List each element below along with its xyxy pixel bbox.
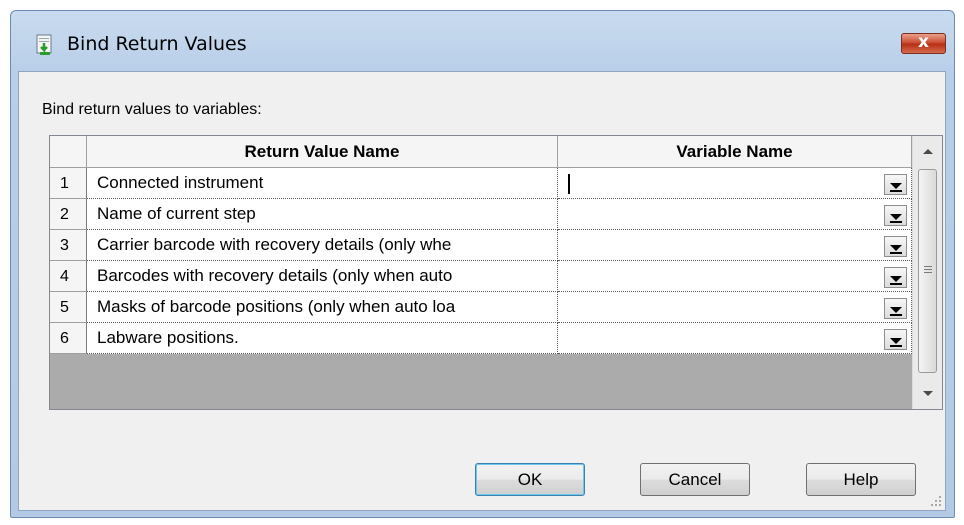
header-variable-name[interactable]: Variable Name [558, 136, 912, 168]
row-number[interactable]: 5 [50, 292, 87, 323]
scroll-up-arrow-icon[interactable] [913, 136, 942, 166]
dropdown-arrow-icon[interactable] [884, 267, 907, 288]
return-value-name-cell[interactable]: Barcodes with recovery details (only whe… [87, 261, 558, 292]
grip-icon [924, 269, 932, 270]
scroll-thumb[interactable] [918, 169, 937, 373]
table-row[interactable]: 3 Carrier barcode with recovery details … [50, 230, 912, 261]
dropdown-arrow-icon[interactable] [884, 236, 907, 257]
dialog-client-area: Bind return values to variables: Return … [18, 71, 946, 511]
row-number[interactable]: 3 [50, 230, 87, 261]
grip-icon [924, 266, 932, 267]
cancel-button[interactable]: Cancel [640, 463, 750, 496]
variable-name-combobox[interactable] [558, 168, 912, 199]
variable-name-combobox[interactable] [558, 261, 912, 292]
vertical-scrollbar[interactable] [912, 136, 942, 409]
row-number[interactable]: 6 [50, 323, 87, 354]
return-value-name-cell[interactable]: Connected instrument [87, 168, 558, 199]
dialog-title: Bind Return Values [67, 33, 247, 55]
row-number[interactable]: 1 [50, 168, 87, 199]
grip-icon [924, 272, 932, 273]
header-return-value-name[interactable]: Return Value Name [87, 136, 558, 168]
dropdown-arrow-icon[interactable] [884, 329, 907, 350]
return-value-name-cell[interactable]: Name of current step [87, 199, 558, 230]
variable-name-combobox[interactable] [558, 230, 912, 261]
table-row[interactable]: 5 Masks of barcode positions (only when … [50, 292, 912, 323]
table-row[interactable]: 6 Labware positions. [50, 323, 912, 354]
table-row[interactable]: 4 Barcodes with recovery details (only w… [50, 261, 912, 292]
table-row[interactable]: 2 Name of current step [50, 199, 912, 230]
grid-body: Return Value Name Variable Name 1 Connec… [50, 136, 912, 409]
row-number[interactable]: 4 [50, 261, 87, 292]
return-value-name-cell[interactable]: Masks of barcode positions (only when au… [87, 292, 558, 323]
dropdown-arrow-icon[interactable] [884, 174, 907, 195]
dialog-window: Bind Return Values x Bind return values … [10, 10, 955, 518]
dropdown-arrow-icon[interactable] [884, 298, 907, 319]
variable-name-combobox[interactable] [558, 323, 912, 354]
dropdown-arrow-icon[interactable] [884, 205, 907, 226]
return-value-name-cell[interactable]: Carrier barcode with recovery details (o… [87, 230, 558, 261]
bind-values-grid: Return Value Name Variable Name 1 Connec… [49, 135, 943, 410]
close-icon: x [918, 32, 929, 52]
close-button[interactable]: x [901, 32, 946, 54]
resize-grip-icon[interactable] [930, 495, 942, 507]
text-caret [568, 174, 570, 194]
table-row[interactable]: 1 Connected instrument [50, 168, 912, 199]
title-bar[interactable]: Bind Return Values x [11, 11, 954, 71]
help-button[interactable]: Help [806, 463, 916, 496]
prompt-label: Bind return values to variables: [42, 101, 262, 118]
variable-name-combobox[interactable] [558, 292, 912, 323]
scroll-down-arrow-icon[interactable] [913, 379, 942, 409]
return-value-name-cell[interactable]: Labware positions. [87, 323, 558, 354]
row-number[interactable]: 2 [50, 199, 87, 230]
corner-header [50, 136, 87, 168]
bind-return-values-icon [36, 34, 52, 55]
ok-button[interactable]: OK [475, 463, 585, 496]
variable-name-combobox[interactable] [558, 199, 912, 230]
